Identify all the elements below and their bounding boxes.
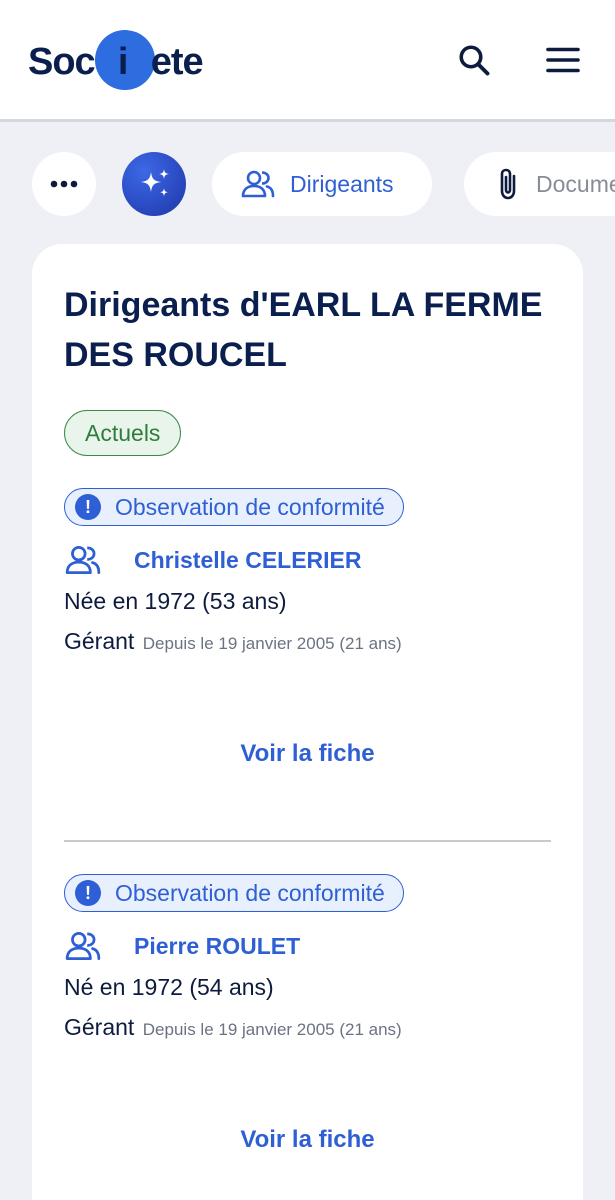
person-row[interactable]: Christelle CELERIER [64, 540, 362, 580]
logo-text-i: i [117, 40, 129, 83]
dirigeant-entry: ! Observation de conformité Pierre ROULE… [64, 874, 551, 1174]
more-button[interactable] [32, 152, 96, 216]
observation-label: Observation de conformité [115, 493, 385, 520]
exclamation-icon: ! [75, 494, 101, 520]
tab-dirigeants-label: Dirigeants [290, 170, 394, 197]
logo-i-circle: i [94, 30, 155, 94]
role-label: Gérant [64, 628, 135, 654]
dirigeant-entry: ! Observation de conformité Christelle C… [64, 488, 551, 788]
voir-fiche-link[interactable]: Voir la fiche [64, 740, 551, 768]
logo-text-start: Soc [28, 40, 96, 83]
page-title: Dirigeants d'EARL LA FERME DES ROUCEL [64, 286, 543, 374]
exclamation-icon: ! [75, 880, 101, 906]
since-date: Depuis le 19 janvier 2005 (21 ans) [142, 634, 402, 653]
since-date: Depuis le 19 janvier 2005 (21 ans) [142, 1020, 402, 1039]
people-icon [65, 545, 101, 575]
birth-info: Né en 1972 (54 ans) [64, 974, 274, 1000]
birth-info: Née en 1972 (53 ans) [64, 588, 287, 614]
section-chips: Dirigeants Documents [0, 152, 615, 218]
person-name-link[interactable]: Pierre ROULET [134, 933, 300, 960]
person-row[interactable]: Pierre ROULET [64, 926, 300, 966]
paperclip-icon [500, 168, 516, 200]
tab-documents[interactable]: Documents [464, 152, 615, 216]
search-icon[interactable] [456, 42, 492, 78]
status-badge-actuels[interactable]: Actuels [64, 410, 182, 456]
top-header: Soc i ete [0, 0, 615, 122]
logo-text-end: ete [150, 40, 204, 83]
ai-assistant-button[interactable] [122, 152, 186, 216]
more-dots-icon [50, 180, 78, 188]
dirigeants-card: Dirigeants d'EARL LA FERME DES ROUCEL Ac… [32, 244, 583, 1200]
role-row: Gérant Depuis le 19 janvier 2005 (21 ans… [64, 628, 402, 655]
tab-dirigeants[interactable]: Dirigeants [212, 152, 432, 216]
role-row: Gérant Depuis le 19 janvier 2005 (21 ans… [64, 1014, 402, 1041]
voir-fiche-link[interactable]: Voir la fiche [64, 1126, 551, 1154]
people-icon [65, 931, 101, 961]
hamburger-menu-icon[interactable] [545, 42, 581, 78]
observation-badge[interactable]: ! Observation de conformité [64, 488, 404, 526]
role-label: Gérant [64, 1014, 135, 1040]
entry-divider [64, 840, 551, 842]
sparkles-icon [141, 169, 169, 197]
observation-label: Observation de conformité [115, 879, 385, 906]
person-name-link[interactable]: Christelle CELERIER [134, 547, 362, 574]
people-icon [241, 170, 275, 198]
tab-documents-label: Documents [536, 170, 615, 197]
observation-badge[interactable]: ! Observation de conformité [64, 874, 404, 912]
societe-logo[interactable]: Soc i ete [28, 30, 204, 94]
